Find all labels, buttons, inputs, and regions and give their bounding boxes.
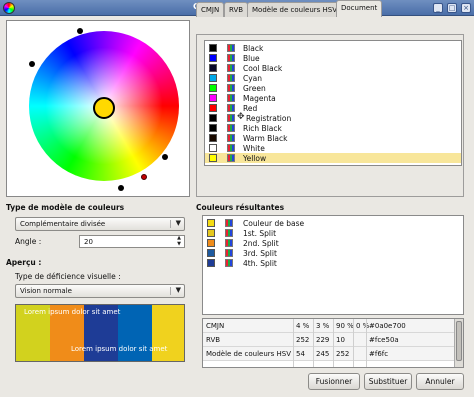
base-color-handle[interactable] [93,97,115,119]
tab-cmyk[interactable]: CMJN [196,2,225,17]
tab-document[interactable]: Document [336,0,383,17]
preview-stripe [152,305,184,361]
list-item[interactable]: Couleur de base [203,218,463,228]
minimize-button[interactable]: _ [433,3,443,13]
list-item[interactable]: 1st. Split [203,228,463,238]
color-swatch [209,94,217,102]
preview-heading: Aperçu : [6,258,42,267]
color-space-icon [225,259,233,267]
color-space-icon [227,124,235,132]
tab-hsv[interactable]: Modèle de couleurs HSV [247,2,343,17]
list-item[interactable]: Cyan [205,73,461,83]
color-space-icon [227,64,235,72]
color-swatch [209,144,217,152]
color-space-icon [225,219,233,227]
color-swatch [209,44,217,52]
color-space-icon [227,84,235,92]
preview-sample-text: Lorem ipsum dolor sit amet [24,308,121,316]
model-type-heading: Type de modèle de couleurs [6,203,125,212]
list-item[interactable]: 4th. Split [203,258,463,268]
color-space-icon [225,239,233,247]
list-item[interactable]: Magenta [205,93,461,103]
list-item-selected[interactable]: Yellow [205,153,461,163]
list-item[interactable]: 3rd. Split [203,248,463,258]
list-item[interactable]: White [205,143,461,153]
list-item[interactable]: Green [205,83,461,93]
color-preview: Lorem ipsum dolor sit amet Lorem ipsum d… [15,304,185,362]
list-item[interactable]: Blue [205,53,461,63]
color-values-table: CMJN 4 % 3 % 90 % 0 % #0a0e700 RVB 252 2… [202,318,464,368]
color-space-icon [227,94,235,102]
preview-sample-text-2: Lorem ipsum dolor sit amet [71,345,168,353]
color-space-icon [227,74,235,82]
color-swatch [209,84,217,92]
angle-label: Angle : [15,237,42,246]
color-wheel-panel [6,20,190,197]
color-swatch [209,124,217,132]
wheel-marker-split-1[interactable] [29,61,35,67]
color-swatch [207,259,215,267]
vision-deficiency-label: Type de déficience visuelle : [15,272,121,281]
color-swatch [207,249,215,257]
color-swatch [209,74,217,82]
color-swatch [209,114,217,122]
list-item[interactable]: Black [205,43,461,53]
color-space-icon [227,154,235,162]
list-item[interactable]: Warm Black [205,133,461,143]
vision-deficiency-select[interactable]: Vision normale ▼ [15,284,185,298]
resulting-colors-heading: Couleurs résultantes [196,203,285,212]
color-space-icon [225,229,233,237]
maximize-button[interactable]: □ [447,3,457,13]
color-swatch [207,219,215,227]
resulting-colors-list[interactable]: Couleur de base 1st. Split 2nd. Split 3r… [202,215,464,315]
tab-rgb[interactable]: RVB [224,2,249,17]
color-space-icon [227,134,235,142]
wheel-marker-split-4[interactable] [118,185,124,191]
color-space-icon [225,249,233,257]
color-swatch [209,64,217,72]
color-space-icon [227,104,235,112]
cancel-button[interactable]: Annuler [416,373,464,390]
wheel-marker-split-2[interactable] [77,28,83,34]
color-space-icon [227,144,235,152]
chevron-down-icon: ▼ [175,219,181,227]
preview-stripe [118,305,152,361]
replace-button[interactable]: Substituer [364,373,412,390]
color-space-icon [227,54,235,62]
color-swatch [209,104,217,112]
color-swatch [207,229,215,237]
merge-button[interactable]: Fusionner [308,373,360,390]
registration-mark-icon: ✥ [237,112,245,122]
spin-down-icon[interactable]: ▼ [175,242,183,247]
wheel-marker-split-3[interactable] [162,154,168,160]
list-item[interactable]: ✥ Registration [205,113,461,123]
color-space-icon [227,44,235,52]
color-space-icon [227,114,235,122]
list-item[interactable]: Rich Black [205,123,461,133]
color-swatch [209,154,217,162]
color-swatch [209,134,217,142]
list-item[interactable]: Cool Black [205,63,461,73]
scrollbar-thumb[interactable] [456,321,462,361]
list-item[interactable]: 2nd. Split [203,238,463,248]
model-type-select[interactable]: Complémentaire divisée ▼ [15,217,185,231]
document-colors-panel: Black Blue Cool Black Cyan Green Magenta [196,34,464,197]
wheel-marker-base[interactable] [141,174,147,180]
document-color-list[interactable]: Black Blue Cool Black Cyan Green Magenta [204,40,462,166]
table-scrollbar[interactable] [454,319,463,367]
angle-spinbox[interactable]: 20 ▲ ▼ [79,235,185,248]
color-swatch [207,239,215,247]
chevron-down-icon: ▼ [175,286,181,294]
close-button[interactable]: × [461,3,471,13]
color-swatch [209,54,217,62]
